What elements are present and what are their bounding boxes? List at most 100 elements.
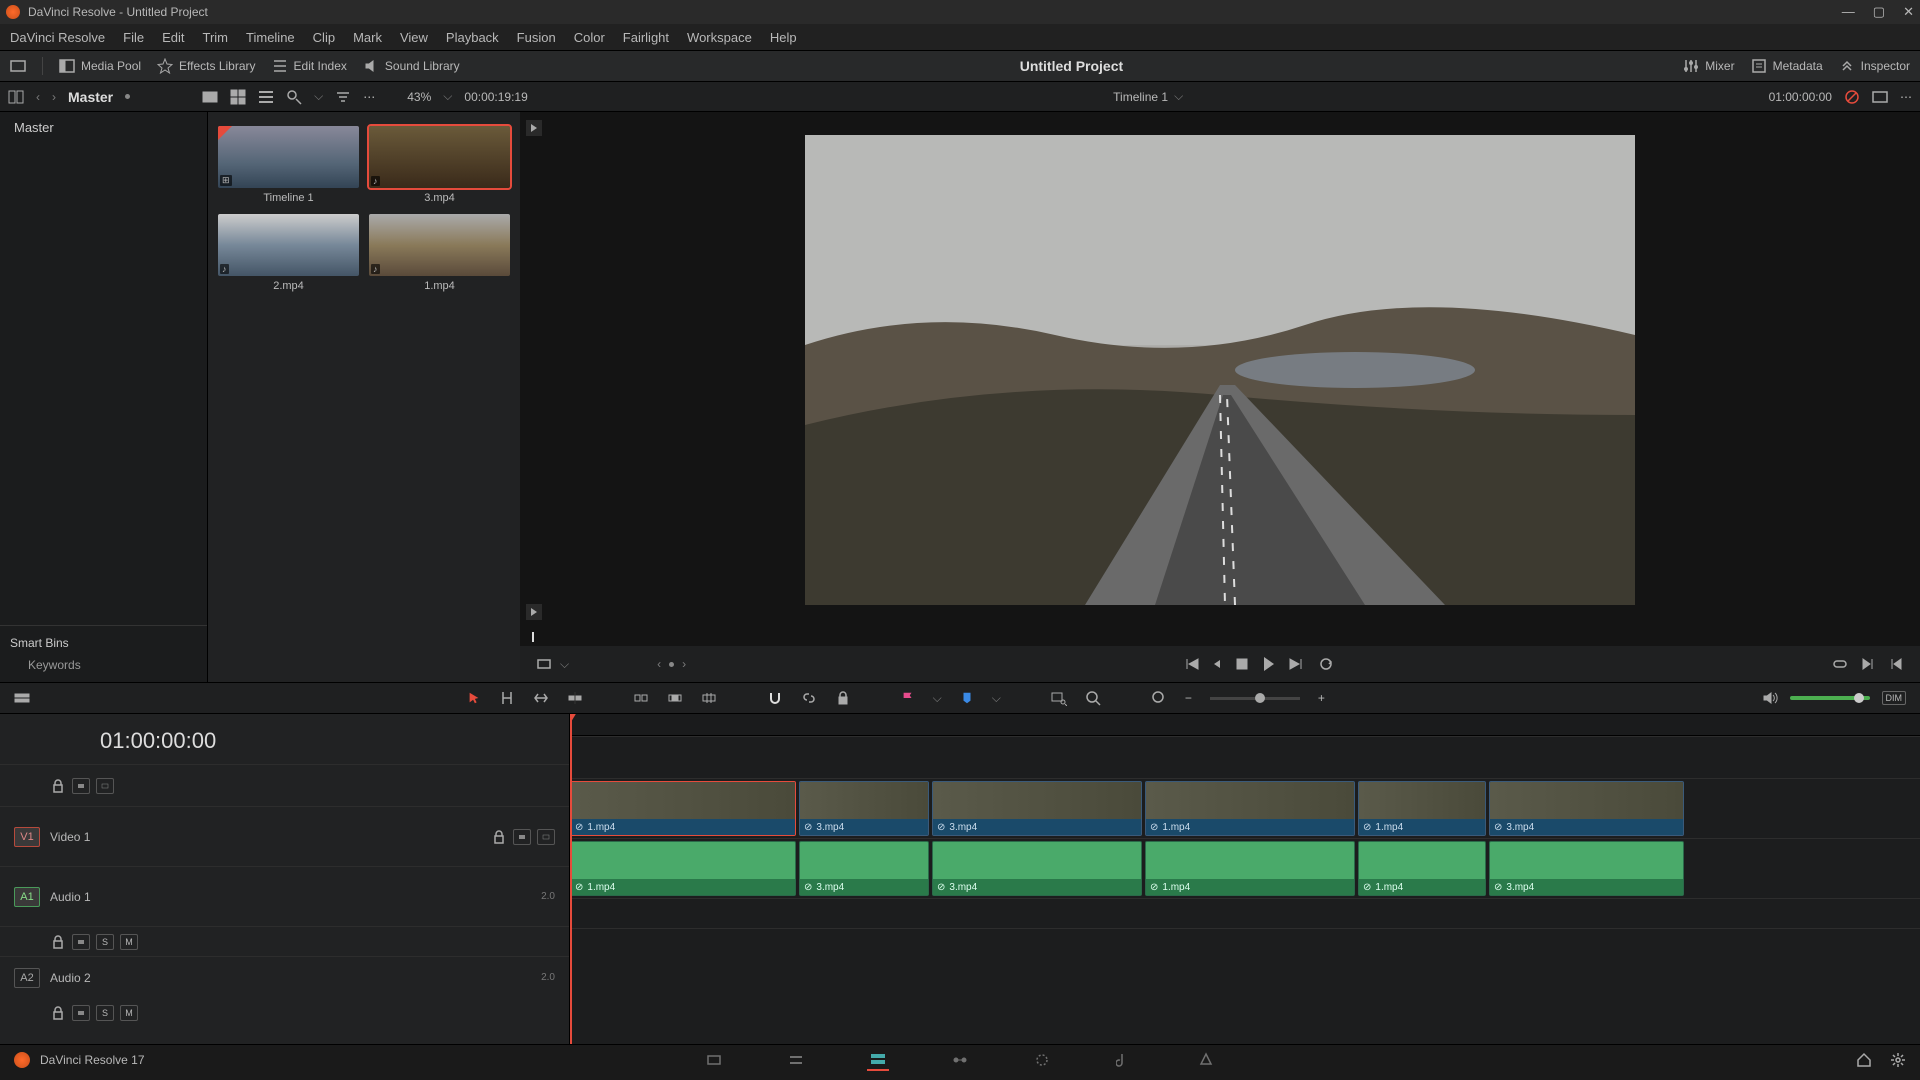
thumbnail-view-button[interactable]	[202, 89, 218, 105]
mixer-toggle[interactable]: Mixer	[1683, 58, 1734, 74]
arm-button[interactable]	[72, 1005, 90, 1021]
disable-track-button[interactable]	[96, 778, 114, 794]
arm-button[interactable]	[72, 934, 90, 950]
loop-mode-button[interactable]	[1832, 656, 1848, 672]
nav-back-button[interactable]: ‹	[36, 90, 40, 104]
fairlight-page-tab[interactable]	[1113, 1049, 1135, 1071]
maximize-button[interactable]: ▢	[1873, 4, 1885, 20]
list-view-button[interactable]	[258, 89, 274, 105]
menu-playback[interactable]: Playback	[446, 30, 499, 45]
close-button[interactable]: ✕	[1903, 4, 1914, 20]
menu-file[interactable]: File	[123, 30, 144, 45]
mute-button[interactable]	[1762, 690, 1778, 706]
options-button[interactable]: ⋯	[363, 90, 375, 104]
lock-icon[interactable]	[491, 829, 507, 845]
selection-tool[interactable]	[467, 691, 481, 705]
track-lane-a1-sub[interactable]	[570, 898, 1920, 928]
disable-track-button[interactable]	[537, 829, 555, 845]
search-dropdown[interactable]: ⌵	[314, 89, 323, 104]
menu-view[interactable]: View	[400, 30, 428, 45]
track-badge-v1[interactable]: V1	[14, 827, 40, 847]
trim-tool[interactable]	[499, 690, 515, 706]
match-frame-dropdown[interactable]: ⌵	[560, 657, 569, 672]
video-clip[interactable]: ⊘3.mp4	[1489, 781, 1684, 836]
track-header-v2[interactable]	[0, 764, 569, 806]
go-first-button[interactable]	[1184, 656, 1200, 672]
edit-index-toggle[interactable]: Edit Index	[272, 58, 347, 74]
cut-page-tab[interactable]	[785, 1049, 807, 1071]
single-viewer-button[interactable]	[1872, 89, 1888, 105]
video-clip[interactable]: ⊘1.mp4	[1145, 781, 1355, 836]
video-clip[interactable]: ⊘1.mp4	[1358, 781, 1486, 836]
go-last-button[interactable]	[1288, 656, 1304, 672]
timeline-name[interactable]: Timeline 1	[1113, 90, 1168, 104]
replace-button[interactable]	[701, 690, 717, 706]
zoom-slider[interactable]	[1210, 697, 1300, 700]
track-header-v1[interactable]: V1 Video 1	[0, 806, 569, 866]
overwrite-button[interactable]	[667, 690, 683, 706]
grid-view-button[interactable]	[230, 89, 246, 105]
mute-button[interactable]: M	[120, 934, 138, 950]
bin-view-button[interactable]	[8, 89, 24, 105]
loop-button[interactable]	[1318, 656, 1334, 672]
playhead[interactable]	[570, 714, 572, 1044]
nav-forward-button[interactable]: ›	[52, 90, 56, 104]
audio-clip[interactable]: ⊘3.mp4	[932, 841, 1142, 896]
deliver-page-tab[interactable]	[1195, 1049, 1217, 1071]
solo-button[interactable]: S	[96, 934, 114, 950]
next-edit-button[interactable]	[1860, 656, 1876, 672]
flag-button[interactable]	[901, 691, 915, 705]
goto-last-icon[interactable]	[526, 604, 542, 620]
menu-clip[interactable]: Clip	[313, 30, 335, 45]
blade-tool[interactable]	[567, 690, 583, 706]
track-lane-a1[interactable]: ⊘1.mp4⊘3.mp4⊘3.mp4⊘1.mp4⊘1.mp4⊘3.mp4	[570, 838, 1920, 898]
mute-button[interactable]: M	[120, 1005, 138, 1021]
audio-clip[interactable]: ⊘1.mp4	[570, 841, 796, 896]
match-frame-button[interactable]	[536, 656, 552, 672]
link-button[interactable]	[801, 690, 817, 706]
audio-clip[interactable]: ⊘1.mp4	[1358, 841, 1486, 896]
lock-icon[interactable]	[50, 934, 66, 950]
dim-button[interactable]: DIM	[1882, 691, 1907, 705]
full-screen-button[interactable]	[10, 58, 26, 74]
settings-button[interactable]	[1890, 1052, 1906, 1068]
volume-slider[interactable]	[1790, 696, 1870, 700]
video-clip[interactable]: ⊘1.mp4	[570, 781, 796, 836]
metadata-toggle[interactable]: Metadata	[1751, 58, 1823, 74]
goto-first-icon[interactable]	[526, 120, 542, 136]
timeline-dropdown[interactable]: ⌵	[1174, 89, 1183, 104]
prev-edit-button[interactable]	[1888, 656, 1904, 672]
viewer-preview[interactable]	[805, 135, 1635, 605]
viewer-options-button[interactable]: ⋯	[1900, 90, 1912, 104]
marker-dropdown[interactable]: ⌵	[992, 691, 1001, 706]
media-pool-toggle[interactable]: Media Pool	[59, 58, 141, 74]
video-clip[interactable]: ⊘3.mp4	[932, 781, 1142, 836]
color-page-tab[interactable]	[1031, 1049, 1053, 1071]
menu-edit[interactable]: Edit	[162, 30, 184, 45]
track-header-a2[interactable]: A2 Audio 2 2.0	[0, 956, 569, 998]
inspector-toggle[interactable]: Inspector	[1839, 58, 1910, 74]
zoom-in-button[interactable]: +	[1318, 691, 1325, 705]
track-badge-a1[interactable]: A1	[14, 887, 40, 907]
media-page-tab[interactable]	[703, 1049, 725, 1071]
flag-dropdown[interactable]: ⌵	[933, 691, 942, 706]
pool-item-clip[interactable]: ♪ 1.mp4	[369, 214, 510, 292]
pool-item-timeline[interactable]: ⊞ Timeline 1	[218, 126, 359, 204]
zoom-detail-button[interactable]	[1085, 690, 1101, 706]
zoom-out-button[interactable]: −	[1185, 691, 1192, 705]
edit-page-tab[interactable]	[867, 1049, 889, 1071]
track-header-a1[interactable]: A1 Audio 1 2.0	[0, 866, 569, 926]
insert-button[interactable]	[633, 690, 649, 706]
lock-icon[interactable]	[50, 778, 66, 794]
video-clip[interactable]: ⊘3.mp4	[799, 781, 929, 836]
search-button[interactable]	[286, 89, 302, 105]
track-badge-a2[interactable]: A2	[14, 968, 40, 988]
audio-clip[interactable]: ⊘1.mp4	[1145, 841, 1355, 896]
timeline-timecode[interactable]: 01:00:00:00	[0, 714, 569, 764]
auto-select-button[interactable]	[513, 829, 531, 845]
menu-trim[interactable]: Trim	[203, 30, 229, 45]
timeline-view-button[interactable]	[14, 690, 30, 706]
lock-button[interactable]	[835, 690, 851, 706]
auto-select-button[interactable]	[72, 778, 90, 794]
snapping-button[interactable]	[767, 690, 783, 706]
